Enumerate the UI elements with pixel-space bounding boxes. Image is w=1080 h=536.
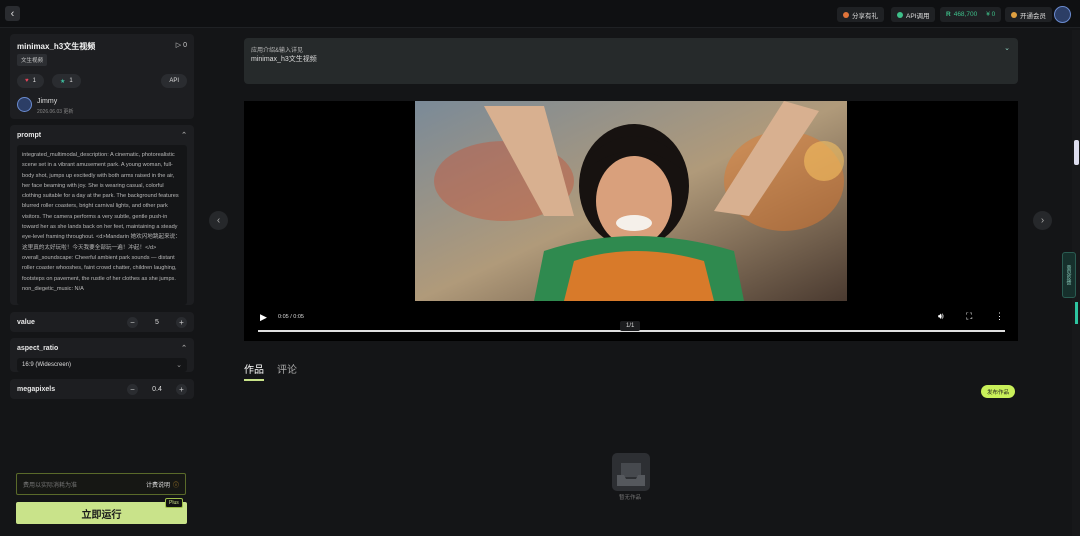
category-tag[interactable]: 文生视频 [17,54,48,66]
billing-link[interactable]: 计费说明 ⓘ [146,480,179,489]
publish-button[interactable]: 发布作品 [981,385,1016,398]
chevron-left-icon: ‹ [10,7,15,20]
model-title: minimax_h3文生视频 [17,42,96,51]
megapixels-input[interactable]: 0.4 [138,386,176,393]
megapixels-card: megapixels − 0.4 + [10,379,194,399]
like-count: 1 [32,78,36,84]
prompt-textarea[interactable]: integrated_multimodal_description: A cin… [17,145,187,305]
video-player[interactable] [244,101,1018,341]
chevron-right-icon: › [1040,215,1045,226]
tab-bar: 作品 评论 [244,361,297,381]
api-button[interactable]: API [161,74,187,88]
share-button[interactable]: 分享有礼 [837,7,884,22]
model-info-card: minimax_h3文生视频 ▷ 0 文生视频 ♥ 1 ★ 1 API Jimm… [10,34,194,119]
play-icon: ▷ [175,42,184,49]
points-value: 468,700 [953,11,978,18]
member-button[interactable]: 开通会员 [1005,7,1052,22]
run-button[interactable]: 立即运行 [16,502,187,524]
info-icon: ⓘ [172,482,179,489]
like-button[interactable]: ♥ 1 [17,74,44,88]
chevron-up-icon: ⌃ [181,345,187,352]
app-info-name: minimax_h3文生视频 [251,56,317,63]
increment-button[interactable]: + [176,383,187,395]
prompt-card: prompt ⌃ integrated_multimodal_descripti… [10,125,194,305]
play-icon[interactable]: ▶ [260,312,267,323]
tab-comments[interactable]: 评论 [277,361,297,381]
decrement-button[interactable]: − [127,383,138,395]
prompt-label: prompt [17,131,42,139]
volume-icon[interactable]: 🔊︎ [938,311,944,322]
value-label: value [17,318,35,326]
cost-field: 费用以实际消耗为准 计费说明 ⓘ [16,473,186,495]
next-button[interactable]: › [1033,211,1052,230]
value-stepper: − 5 + [127,316,187,328]
decrement-button[interactable]: − [127,316,138,328]
points-balance[interactable]: R 468,700 ¥ 0 [940,7,1002,22]
share-label: 分享有礼 [852,12,878,20]
value-card: value − 5 + [10,312,194,332]
feedback-tab[interactable]: 意见反馈 [1062,252,1076,298]
plus-badge: Plus [165,498,183,508]
chevron-left-icon: ‹ [216,215,221,226]
star-icon: ★ [60,78,66,85]
aspect-ratio-card: aspect_ratio ⌃ 16:9 (Widescreen) ⌄ [10,338,194,372]
user-avatar-top[interactable] [1054,6,1071,23]
aspect-ratio-label: aspect_ratio [17,344,59,352]
author-name[interactable]: Jimmy [37,98,57,105]
app-info-card: 应用介绍&输入详见 minimax_h3文生视频 ⌄ [244,38,1018,84]
api-icon [897,11,903,18]
author-avatar[interactable] [17,97,32,112]
fullscreen-icon[interactable]: ⛶ [966,311,972,322]
balance-value: ¥ 0 [986,11,996,18]
result-counter: 1/1 [620,321,641,331]
run-count-value: 0 [183,42,187,49]
member-label: 开通会员 [1020,12,1046,20]
crown-icon [1011,11,1017,18]
points-icon: R [946,11,951,18]
star-button[interactable]: ★ 1 [52,74,81,88]
prompt-header[interactable]: prompt ⌃ [10,125,194,145]
video-time: 0:05 / 0:05 [278,314,304,320]
prev-button[interactable]: ‹ [209,211,228,230]
cost-placeholder: 费用以实际消耗为准 [23,482,78,489]
gift-icon [843,11,849,18]
side-indicator [1075,302,1078,324]
heart-icon: ♥ [25,78,29,84]
video-frame [415,101,847,301]
billing-link-label: 计费说明 [145,482,170,489]
chevron-up-icon: ⌃ [181,132,187,139]
chevron-down-icon: ⌄ [176,362,182,369]
scrollbar-thumb[interactable] [1074,140,1079,165]
more-options-icon[interactable]: ⋮ [995,311,1004,322]
megapixels-label: megapixels [17,385,56,393]
empty-state-text: 暂无作品 [619,495,642,501]
increment-button[interactable]: + [176,316,187,328]
left-panel: minimax_h3文生视频 ▷ 0 文生视频 ♥ 1 ★ 1 API Jimm… [10,34,194,405]
api-call-label: API调用 [906,12,930,20]
aspect-ratio-value: 16:9 (Widescreen) [22,362,72,368]
update-date: 2026.06.03 更新 [37,109,74,115]
empty-inbox-icon [612,453,650,491]
value-input[interactable]: 5 [138,319,176,326]
expand-icon[interactable]: ⌄ [1004,44,1010,52]
megapixels-stepper: − 0.4 + [127,383,187,395]
star-count: 1 [69,78,73,84]
aspect-ratio-header[interactable]: aspect_ratio ⌃ [10,338,194,358]
run-count: ▷ 0 [176,41,187,49]
top-bar: ‹ 分享有礼 API调用 R 468,700 ¥ 0 开通会员 [0,0,1080,28]
back-button[interactable]: ‹ [5,6,20,21]
api-call-button[interactable]: API调用 [891,7,936,22]
app-info-label: 应用介绍&输入详见 [251,48,304,54]
tab-works[interactable]: 作品 [244,361,264,381]
aspect-ratio-select[interactable]: 16:9 (Widescreen) ⌄ [17,358,187,372]
